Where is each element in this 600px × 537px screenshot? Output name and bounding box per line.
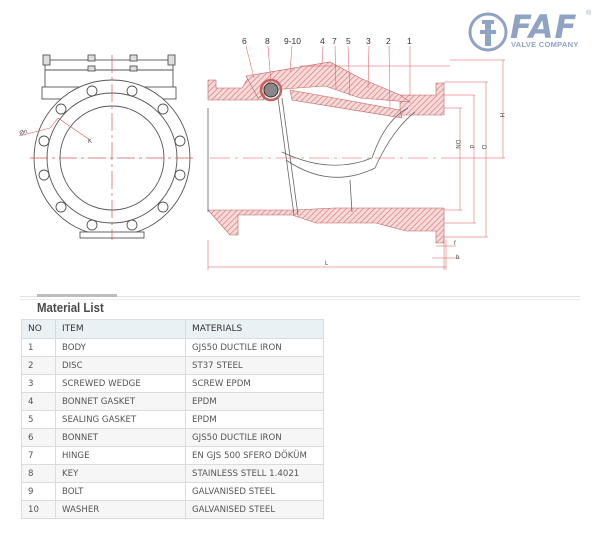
cell-item: BONNET GASKET — [55, 392, 186, 411]
cell-item: DISC — [55, 356, 186, 375]
front-view — [18, 54, 195, 240]
cell-no: 3 — [21, 374, 56, 393]
table-row: 1 BODY GJS50 DUCTILE IRON — [21, 338, 324, 357]
callout-5: 5 — [346, 36, 351, 46]
cell-item: SCREWED WEDGE — [55, 374, 186, 393]
cell-material: GJS50 DUCTILE IRON — [185, 338, 324, 357]
material-table: NO ITEM MATERIALS 1 BODY GJS50 DUCTILE IRO… — [21, 319, 324, 519]
table-row: 7 HINGE EN GJS 500 SFERO DÖKÜM — [21, 446, 324, 465]
column-header-item: ITEM — [55, 319, 186, 339]
callout-1: 1 — [407, 36, 412, 46]
cell-material: GALVANISED STEEL — [185, 500, 324, 519]
callout-3: 3 — [366, 36, 371, 46]
cell-material: SCREW EPDM — [185, 374, 324, 393]
cell-no: 6 — [21, 428, 56, 447]
callout-8: 8 — [265, 36, 270, 46]
cell-material: EN GJS 500 SFERO DÖKÜM — [185, 446, 324, 465]
cell-item: HINGE — [55, 446, 186, 465]
cell-item: BONNET — [55, 428, 186, 447]
dim-L-label: L — [325, 261, 329, 267]
part-callouts: 6 8 9-10 4 7 5 3 2 1 — [242, 36, 412, 46]
column-header-materials: MATERIALS — [185, 319, 324, 339]
cell-item: SEALING GASKET — [55, 410, 186, 429]
valve-technical-drawing: Øn K 6 8 9-10 4 7 5 3 2 1 L H D d DN f b — [18, 36, 505, 270]
section-tab-indicator — [37, 294, 117, 297]
table-row: 4 BONNET GASKET EPDM — [21, 392, 324, 411]
table-row: 10 WASHER GALVANISED STEEL — [21, 500, 324, 519]
callout-7: 7 — [332, 36, 337, 46]
cell-no: 8 — [21, 464, 56, 483]
hinge-pin — [263, 82, 279, 98]
holes-label: Øn — [19, 129, 28, 137]
cell-no: 4 — [21, 392, 56, 411]
cell-item: WASHER — [55, 500, 186, 519]
table-row: 5 SEALING GASKET EPDM — [21, 410, 324, 429]
section-view — [207, 45, 505, 270]
cell-material: EPDM — [185, 410, 324, 429]
table-row: 6 BONNET GJS50 DUCTILE IRON — [21, 428, 324, 447]
cell-no: 5 — [21, 410, 56, 429]
cell-no: 7 — [21, 446, 56, 465]
table-row: 8 KEY STAINLESS STELL 1.4021 — [21, 464, 324, 483]
cell-no: 9 — [21, 482, 56, 501]
cell-no: 2 — [21, 356, 56, 375]
cell-material: GJS50 DUCTILE IRON — [185, 428, 324, 447]
cell-item: BOLT — [55, 482, 186, 501]
table-header-row: NO ITEM MATERIALS — [21, 319, 324, 339]
cell-no: 1 — [21, 338, 56, 357]
body-bottom — [207, 207, 445, 244]
dim-d-label: d — [468, 145, 474, 148]
callout-9-10: 9-10 — [284, 36, 301, 46]
pitch-circle-label: K — [88, 139, 92, 145]
cell-material: GALVANISED STEEL — [185, 482, 324, 501]
cell-material: ST37 STEEL — [185, 356, 324, 375]
callout-4: 4 — [320, 36, 325, 46]
table-row: 9 BOLT GALVANISED STEEL — [21, 482, 324, 501]
table-row: 3 SCREWED WEDGE SCREW EPDM — [21, 374, 324, 393]
column-header-no: NO — [21, 319, 56, 339]
cell-no: 10 — [21, 500, 56, 519]
callout-2: 2 — [386, 36, 391, 46]
cell-item: BODY — [55, 338, 186, 357]
section-divider-secondary — [20, 299, 580, 300]
body-right-top — [399, 82, 445, 116]
cell-material: STAINLESS STELL 1.4021 — [185, 464, 324, 483]
table-row: 2 DISC ST37 STEEL — [21, 356, 324, 375]
cell-material: EPDM — [185, 392, 324, 411]
dim-D-label: D — [480, 145, 486, 150]
dim-H-label: H — [498, 113, 504, 117]
cell-item: KEY — [55, 464, 186, 483]
dim-DN-label: DN — [454, 140, 460, 149]
material-table-body: 1 BODY GJS50 DUCTILE IRON 2 DISC ST37 STEEL 3 S… — [21, 338, 324, 519]
material-list-title: Material List — [37, 300, 104, 315]
callout-6: 6 — [242, 36, 247, 46]
